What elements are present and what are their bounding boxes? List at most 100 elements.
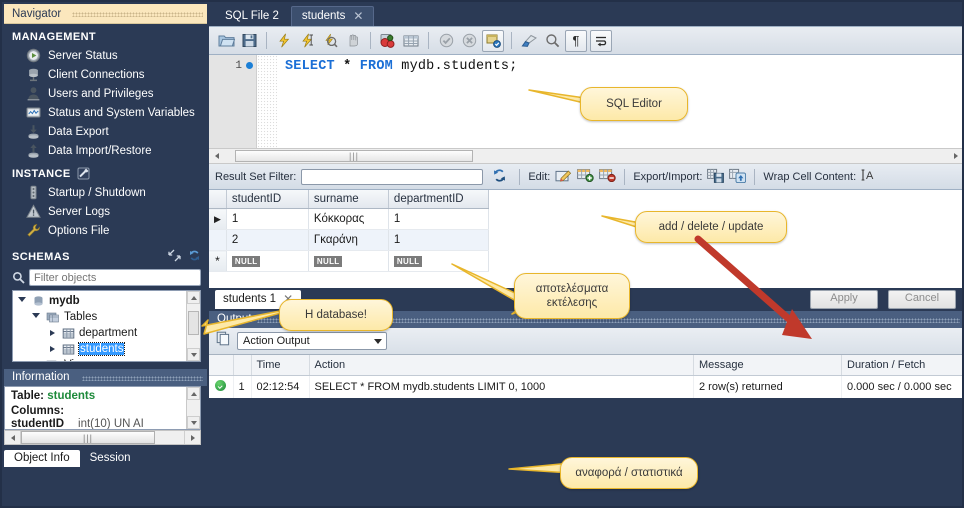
chevron-down-icon[interactable] bbox=[16, 297, 28, 305]
chevron-right-icon[interactable] bbox=[46, 346, 58, 352]
sidebar-item-label: Options File bbox=[48, 224, 110, 237]
information-hscrollbar[interactable]: ||| bbox=[4, 430, 201, 445]
cell-departmentid[interactable]: 1 bbox=[388, 229, 489, 251]
execute-statement-icon[interactable] bbox=[274, 31, 294, 51]
schemas-section-header: SCHEMAS bbox=[4, 240, 207, 269]
scroll-down-button[interactable] bbox=[187, 348, 200, 361]
cell-surname[interactable]: Κόκκορας bbox=[308, 208, 389, 230]
result-grid-table: studentID surname departmentID ▶ 1 Κόκκο… bbox=[209, 190, 489, 272]
cell-studentid-null[interactable]: NULL bbox=[226, 250, 309, 272]
scroll-thumb[interactable]: ||| bbox=[235, 150, 473, 162]
find-icon[interactable] bbox=[542, 31, 562, 51]
status-variables-icon bbox=[26, 105, 41, 120]
close-icon[interactable]: ✕ bbox=[353, 10, 363, 22]
chevron-down-icon[interactable] bbox=[374, 339, 382, 344]
tree-node-students[interactable]: students bbox=[16, 341, 200, 357]
chevron-right-icon[interactable] bbox=[46, 330, 58, 336]
refresh-schemas-icon[interactable] bbox=[188, 249, 201, 265]
column-header-studentid[interactable]: studentID bbox=[226, 190, 309, 209]
cell-studentid[interactable]: 1 bbox=[226, 208, 309, 230]
result-set-filter-input[interactable] bbox=[301, 168, 484, 185]
scroll-up-button[interactable] bbox=[187, 387, 200, 400]
edit-cell-icon[interactable] bbox=[555, 168, 572, 186]
scroll-down-button[interactable] bbox=[187, 416, 200, 429]
tree-node-mydb[interactable]: mydb bbox=[16, 293, 200, 309]
sidebar-item-server-status[interactable]: Server Status bbox=[4, 46, 207, 65]
table-row-new[interactable]: * NULL NULL NULL bbox=[209, 250, 489, 272]
table-row[interactable]: ▶ 1 Κόκκορας 1 bbox=[209, 208, 489, 230]
startup-shutdown-icon bbox=[26, 185, 41, 200]
information-scrollbar[interactable] bbox=[186, 387, 200, 429]
expand-panel-icon[interactable] bbox=[168, 249, 181, 265]
scroll-left-button[interactable] bbox=[209, 149, 225, 163]
tree-node-views[interactable]: Views bbox=[16, 357, 200, 361]
row-marker-new[interactable]: * bbox=[209, 250, 227, 272]
sql-star: * bbox=[343, 59, 352, 74]
table-row[interactable]: 2 Γκαράνη 1 bbox=[209, 229, 489, 251]
execute-current-statement-icon[interactable] bbox=[297, 31, 317, 51]
refresh-icon[interactable] bbox=[492, 168, 507, 186]
tab-session[interactable]: Session bbox=[80, 450, 141, 467]
commit-icon[interactable] bbox=[436, 31, 456, 51]
scroll-track[interactable]: ||| bbox=[225, 149, 948, 163]
scroll-right-button[interactable] bbox=[948, 149, 962, 163]
sidebar-item-startup-shutdown[interactable]: Startup / Shutdown bbox=[4, 183, 207, 202]
import-recordset-icon[interactable] bbox=[729, 168, 747, 186]
cancel-button[interactable]: Cancel bbox=[888, 290, 956, 309]
tree-node-department[interactable]: department bbox=[16, 325, 200, 341]
rollback-icon[interactable] bbox=[459, 31, 479, 51]
column-header-departmentid[interactable]: departmentID bbox=[388, 190, 489, 209]
insert-row-icon[interactable] bbox=[577, 168, 595, 185]
beautify-query-icon[interactable] bbox=[519, 31, 539, 51]
editor-hscrollbar[interactable]: ||| bbox=[209, 148, 962, 164]
table-icon bbox=[62, 343, 75, 356]
sidebar-item-server-logs[interactable]: Server Logs bbox=[4, 202, 207, 221]
tab-students[interactable]: students ✕ bbox=[290, 6, 375, 26]
scroll-left-button[interactable] bbox=[5, 431, 21, 444]
row-marker[interactable] bbox=[209, 229, 227, 251]
output-index-header bbox=[233, 355, 252, 376]
tab-object-info[interactable]: Object Info bbox=[4, 450, 80, 467]
toggle-word-wrap-icon[interactable] bbox=[590, 29, 612, 52]
users-privileges-icon bbox=[26, 86, 41, 101]
scroll-right-button[interactable] bbox=[184, 431, 200, 444]
sidebar-item-users-and-privileges[interactable]: Users and Privileges bbox=[4, 84, 207, 103]
delete-row-icon[interactable] bbox=[599, 168, 617, 185]
toggle-autocommit-icon[interactable] bbox=[482, 29, 504, 52]
open-sql-script-icon[interactable] bbox=[216, 31, 236, 51]
server-status-icon bbox=[26, 48, 41, 63]
output-duration-header: Duration / Fetch bbox=[841, 355, 962, 376]
sidebar-item-options-file[interactable]: Options File bbox=[4, 221, 207, 240]
sidebar-item-client-connections[interactable]: Client Connections bbox=[4, 65, 207, 84]
edit-label: Edit: bbox=[528, 170, 551, 183]
navigator-sidebar: Navigator MANAGEMENT Server Status Clien… bbox=[4, 4, 207, 506]
stop-execution-icon[interactable] bbox=[343, 31, 363, 51]
cell-surname-null[interactable]: NULL bbox=[308, 250, 389, 272]
output-row[interactable]: 1 02:12:54 SELECT * FROM mydb.students L… bbox=[209, 375, 962, 398]
export-recordset-icon[interactable] bbox=[707, 168, 725, 186]
save-sql-script-icon[interactable] bbox=[239, 31, 259, 51]
column-header-surname[interactable]: surname bbox=[308, 190, 389, 209]
output-status-success-icon bbox=[209, 375, 234, 398]
wrap-cell-icon[interactable]: A bbox=[861, 168, 876, 185]
cell-surname[interactable]: Γκαράνη bbox=[308, 229, 389, 251]
scroll-thumb[interactable]: ||| bbox=[21, 431, 155, 444]
sidebar-item-data-import-restore[interactable]: Data Import/Restore bbox=[4, 141, 207, 160]
cell-studentid[interactable]: 2 bbox=[226, 229, 309, 251]
cell-departmentid[interactable]: 1 bbox=[388, 208, 489, 230]
tree-node-tables[interactable]: Tables bbox=[16, 309, 200, 325]
sidebar-item-status-and-system-variables[interactable]: Status and System Variables bbox=[4, 103, 207, 122]
toggle-limit-rows-icon[interactable] bbox=[401, 31, 421, 51]
filter-objects-input[interactable] bbox=[29, 269, 201, 286]
toggle-invisible-chars-icon[interactable]: ¶ bbox=[565, 29, 587, 52]
row-marker-current[interactable]: ▶ bbox=[209, 208, 227, 230]
explain-query-icon[interactable] bbox=[320, 31, 340, 51]
search-icon bbox=[12, 271, 25, 284]
schema-tree[interactable]: mydb Tables department students bbox=[12, 290, 201, 362]
chevron-down-icon[interactable] bbox=[30, 313, 42, 321]
tab-sql-file-2[interactable]: SQL File 2 bbox=[215, 7, 289, 26]
toggle-stop-on-error-icon[interactable] bbox=[378, 31, 398, 51]
breakpoint-dot-icon[interactable] bbox=[246, 61, 253, 69]
sidebar-item-data-export[interactable]: Data Export bbox=[4, 122, 207, 141]
output-header-row: Time Action Message Duration / Fetch bbox=[209, 355, 962, 376]
